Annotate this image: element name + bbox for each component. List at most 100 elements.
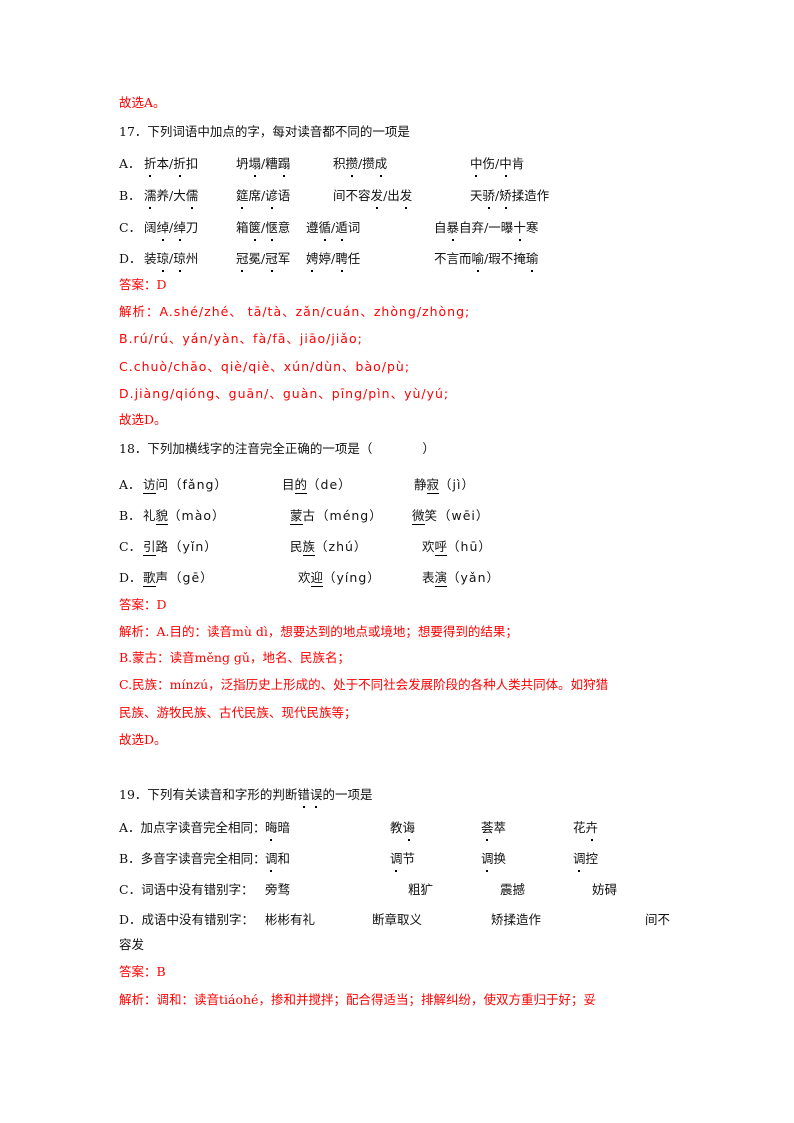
q18-option-item: 静寂（jì）	[414, 477, 475, 494]
q17-option-item: 自暴自弃/一曝十寒	[434, 217, 538, 241]
q17-conclusion: 故选D。	[119, 412, 167, 427]
dotted-char: 发	[371, 185, 383, 209]
dotted-char: 遁	[335, 217, 348, 241]
q17-option-label: C．	[119, 220, 142, 235]
q17-option-item: 积攒/攒成	[333, 153, 387, 177]
dotted-char: 娉	[306, 248, 319, 272]
q19-option-item: 粗犷	[408, 882, 434, 897]
q18-analysis-a: 解析：A.目的：读音mù dì，想要达到的地点或境地；想要得到的结果；	[119, 624, 518, 639]
q17-option-item: 装琼/琼州	[144, 248, 198, 272]
dotted-char: 塌	[249, 153, 261, 177]
q17-option-item: 不言而喻/瑕不掩瑜	[434, 248, 538, 272]
dotted-char: 卉	[586, 817, 598, 841]
dotted-char: 攒	[346, 153, 358, 177]
q17-option-label: D．	[119, 251, 142, 266]
q18-answer: 答案：D	[119, 597, 167, 612]
q19-title-post: 的一项是	[322, 787, 373, 802]
underlined-char: 迎	[310, 570, 324, 587]
dotted-char: 濡	[144, 185, 157, 209]
dotted-char: 晦	[265, 817, 278, 841]
dotted-char: 绰	[157, 217, 169, 241]
q17-option-item: 濡养/大儒	[144, 185, 198, 209]
q17-option-item: 筵席/谚语	[236, 185, 290, 209]
q18-title: 18．下列加横线字的注音完全正确的一项是（ ）	[119, 441, 435, 456]
dotted-char: 调	[390, 848, 403, 872]
q17-option-item: 中伤/中肯	[470, 153, 524, 177]
dotted-char: 谚	[265, 185, 278, 209]
underlined-char: 貌	[155, 508, 169, 525]
underlined-char: 演	[434, 570, 448, 587]
underlined-char: 歌	[143, 570, 156, 587]
q17-option-label: A．	[119, 156, 141, 171]
dotted-char: 错	[297, 787, 310, 808]
dotted-char: 骄	[483, 185, 495, 209]
q19-answer: 答案：B	[119, 964, 166, 979]
q19-option-label: B．多音字读音完全相同：	[119, 851, 266, 866]
q17-option-label: B．	[119, 188, 141, 203]
dotted-char: 折	[144, 153, 157, 177]
dotted-char: 中	[499, 153, 512, 177]
q18-option-item: 引路（yǐn）	[143, 539, 218, 556]
q18-option-item: 蒙古（méng）	[290, 508, 383, 525]
q19-option-label: D．成语中没有错别字：	[119, 912, 255, 927]
q17-analysis-a: 解析：A.shé/zhé、 tā/tà、zǎn/cuán、zhòng/zhòng…	[119, 304, 471, 319]
q19-option-item: 妨碍	[592, 882, 618, 897]
q18-option-item: 微笑（wēi）	[412, 508, 490, 525]
dotted-char: 箧	[249, 217, 261, 241]
q18-analysis-c: C.民族：mínzú，泛指历史上形成的、处于不同社会发展阶段的各种人类共同体。如…	[119, 677, 609, 692]
dotted-char: 诲	[403, 817, 415, 841]
dotted-char: 绰	[173, 217, 186, 241]
q18-option-item: 表演（yǎn）	[422, 570, 501, 587]
q18-option-label: D．	[119, 570, 142, 585]
dotted-char: 调	[265, 848, 278, 872]
q18-analysis-b: B.蒙古：读音měng gǔ，地名、民族名；	[119, 650, 350, 665]
q17-option-item: 遵循/遁词	[306, 217, 360, 241]
q18-analysis-c-cont: 民族、游牧民族、古代民族、现代民族等；	[119, 705, 357, 720]
dotted-char: 筵	[236, 185, 249, 209]
q19-option-item: 花卉	[573, 817, 598, 841]
q18-option-item: 欢迎（yíng）	[298, 570, 381, 587]
dotted-char: 聘	[335, 248, 348, 272]
underlined-char: 寂	[426, 477, 440, 494]
q19-option-item: 矫揉造作	[491, 912, 542, 927]
q19-title-pre: 19．下列有关读音和字形的判断	[119, 787, 298, 802]
dotted-char: 循	[319, 217, 331, 241]
q17-option-item: 阔绰/绰刀	[144, 217, 198, 241]
q17-option-item: 箱箧/惬意	[236, 217, 290, 241]
dotted-char: 调	[573, 848, 586, 872]
q19-d-wrap: 容发	[119, 937, 145, 952]
underlined-char: 访	[143, 477, 156, 494]
dotted-char: 冠	[236, 248, 249, 272]
q19-option-item: 荟萃	[481, 817, 506, 841]
q19-analysis: 解析：调和：读音tiáohé，掺和并搅拌；配合得适当；排解纠纷，使双方重归于好；…	[119, 992, 596, 1007]
q19-option-item: 调和	[265, 848, 290, 872]
dotted-char: 荟	[481, 817, 494, 841]
dotted-char: 蹋	[278, 153, 290, 177]
q18-option-item: 礼貌（mào）	[143, 508, 226, 525]
underlined-char: 族	[302, 539, 316, 556]
dotted-char: 矫	[499, 185, 512, 209]
q19-option-item: 间不	[645, 912, 671, 927]
q17-option-item: 坍塌/糟蹋	[236, 153, 290, 177]
dotted-char: 暴	[447, 217, 459, 241]
q18-option-item: 民族（zhú）	[290, 539, 368, 556]
q17-option-item: 天骄/矫揉造作	[470, 185, 549, 209]
dotted-char: 调	[481, 848, 494, 872]
q17-analysis-d: D.jiàng/qióng、guān/、guàn、pīng/pìn、yù/yú;	[119, 386, 450, 401]
dotted-char: 十	[513, 217, 526, 241]
q19-title-emphasis: 错误	[297, 787, 322, 808]
q17-title: 17．下列词语中加点的字，每对读音都不同的一项是	[119, 124, 410, 139]
q17-analysis-b: B.rú/rú、yán/yàn、fà/fā、jiāo/jiǎo;	[119, 331, 363, 346]
underlined-char: 呼	[434, 539, 448, 556]
q19-option-item: 断章取义	[372, 912, 423, 927]
dotted-char: 喻	[472, 248, 484, 272]
q17-option-item: 折本/折扣	[144, 153, 198, 177]
q19-option-label: A．加点字读音完全相同：	[119, 820, 266, 835]
q18-option-item: 欢呼（hū）	[422, 539, 492, 556]
q19-option-item: 调换	[481, 848, 506, 872]
q17-option-item: 间不容发/出发	[333, 185, 412, 209]
dotted-char: 发	[400, 185, 412, 209]
q18-option-item: 歌声（gē）	[143, 570, 214, 587]
dotted-char: 中	[470, 153, 483, 177]
q18-option-item: 目的（de）	[282, 477, 352, 494]
